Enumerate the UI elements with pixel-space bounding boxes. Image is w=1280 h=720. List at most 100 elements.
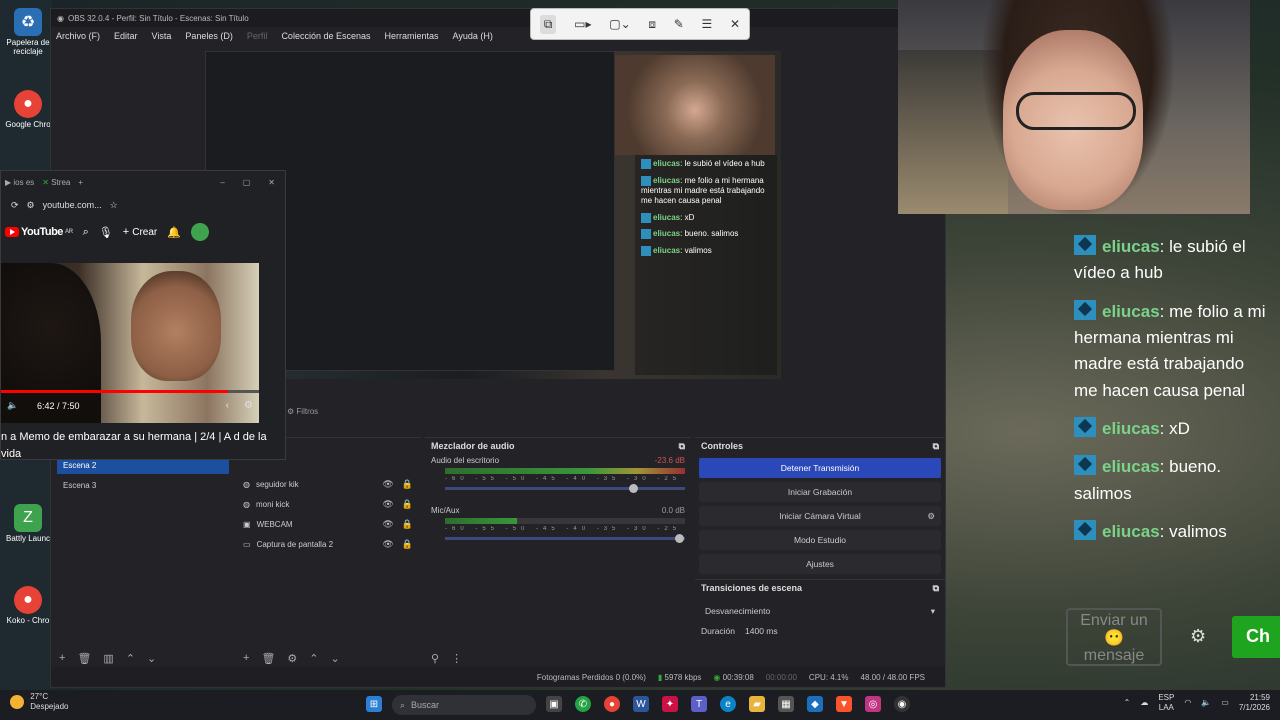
chevron-up-icon[interactable]: ⌃ (1124, 698, 1131, 707)
volume-slider-knob[interactable] (675, 534, 685, 543)
wifi-icon[interactable]: ◠ (1184, 698, 1191, 707)
cloud-icon[interactable]: ☁ (1140, 698, 1148, 707)
desktop-icon-recycle-bin[interactable]: ♻ Papelera de reciclaje (4, 8, 52, 56)
teams-icon[interactable]: T (691, 696, 707, 712)
video-player[interactable]: 🔈 6:42 / 7:50 ‹ ⚙ (1, 263, 259, 423)
menu-editar[interactable]: Editar (114, 31, 138, 41)
speaker-icon[interactable]: 🔈 (1201, 698, 1211, 707)
stop-stream-button[interactable]: Detener Transmisión (699, 458, 941, 478)
menu-coleccion-escenas[interactable]: Colección de Escenas (281, 31, 370, 41)
volume-slider[interactable] (445, 484, 685, 493)
clock[interactable]: 21:59 7/1/2026 (1239, 693, 1270, 712)
undock-icon[interactable]: ⧉ (933, 583, 939, 594)
lock-icon[interactable]: 🔒 (402, 479, 413, 490)
volume-icon[interactable]: 🔈 (7, 400, 18, 411)
url-text[interactable]: youtube.com... (43, 200, 102, 210)
create-button[interactable]: + Crear (123, 226, 158, 238)
address-bar[interactable]: ⟳ ⚙ youtube.com... ☆ (1, 193, 285, 217)
brave-icon[interactable]: ▼ (836, 696, 852, 712)
desktop-icon-chrome[interactable]: ● Google Chro (4, 90, 52, 129)
obs-titlebar[interactable]: ◉ OBS 32.0.4 - Perfil: Sin Título - Esce… (51, 9, 945, 27)
minimize-icon[interactable]: – (220, 178, 224, 187)
menu-archivo[interactable]: Archivo (F) (56, 31, 100, 41)
pen-icon[interactable]: ✎ (674, 17, 684, 31)
weather-widget[interactable]: 27°C Despejado (10, 692, 68, 711)
youtube-logo[interactable]: YouTube AR (5, 226, 73, 238)
whatsapp-icon[interactable]: ✆ (575, 696, 591, 712)
bookmark-star-icon[interactable]: ☆ (110, 200, 118, 211)
undock-icon[interactable]: ⧉ (933, 441, 939, 452)
edge-icon[interactable]: e (720, 696, 736, 712)
filters-button[interactable]: ⚙ Filtros (287, 407, 318, 416)
source-item[interactable]: ◍ seguidor kik 👁 🔒 (237, 474, 421, 494)
video-mode-icon[interactable]: ▭▸ (574, 17, 591, 31)
visibility-eye-icon[interactable]: 👁 (382, 479, 393, 490)
link-icon[interactable]: ⚲ (431, 652, 439, 665)
video-progress-bar[interactable] (1, 390, 259, 393)
menu-vista[interactable]: Vista (152, 31, 172, 41)
move-up-icon[interactable]: ⌃ (126, 652, 135, 665)
scene-filters-icon[interactable]: ▥ (103, 652, 113, 665)
search-icon[interactable]: ⌕ (83, 226, 89, 239)
transition-select[interactable]: Desvanecimiento ▾ (699, 602, 941, 620)
text-extract-icon[interactable]: ☰ (702, 17, 713, 31)
remove-source-icon[interactable]: 🗑 (261, 652, 275, 665)
instagram-icon[interactable]: ◎ (865, 696, 881, 712)
screenshot-mode-icon[interactable]: ⧉ (539, 14, 557, 34)
reload-icon[interactable]: ⟳ (11, 200, 19, 211)
chrome-icon[interactable]: ● (604, 696, 620, 712)
language-indicator[interactable]: ESP LAA (1158, 693, 1174, 712)
close-icon[interactable]: ✕ (268, 178, 275, 187)
lock-icon[interactable]: 🔒 (402, 519, 413, 530)
windows-start-icon[interactable]: ⊞ (366, 696, 382, 712)
menu-herramientas[interactable]: Herramientas (385, 31, 439, 41)
store-icon[interactable]: ◆ (807, 696, 823, 712)
task-view-icon[interactable]: ▣ (546, 696, 562, 712)
avatar[interactable] (190, 223, 209, 241)
menu-paneles[interactable]: Paneles (D) (185, 31, 233, 41)
source-item[interactable]: ▭ Captura de pantalla 2 👁 🔒 (237, 534, 421, 554)
desktop-icon-battly[interactable]: Z Battly Launc (4, 504, 52, 543)
file-explorer-icon[interactable]: ▰ (749, 696, 765, 712)
menu-ayuda[interactable]: Ayuda (H) (453, 31, 493, 41)
settings-button[interactable]: Ajustes (699, 554, 941, 574)
video-title[interactable]: n a Memo de embarazar a su hermana | 2/4… (1, 429, 287, 462)
add-source-icon[interactable]: + (243, 652, 249, 664)
more-options-icon[interactable]: ⋮ (451, 652, 462, 665)
start-virtual-camera-button[interactable]: Iniciar Cámara Virtual ⚙ (699, 506, 941, 526)
source-item[interactable]: ▣ WEBCAM 👁 🔒 (237, 514, 421, 534)
gear-icon[interactable]: ⚙ (927, 511, 935, 522)
rectangle-mode-icon[interactable]: ▢⌄ (609, 17, 630, 31)
undock-icon[interactable]: ⧉ (679, 441, 685, 452)
visibility-eye-icon[interactable]: 👁 (382, 519, 393, 530)
scene-item[interactable]: Escena 3 (57, 476, 229, 494)
tab-youtube[interactable]: ▶ ios es (5, 178, 34, 187)
desktop-icon-koko-chrome[interactable]: ● Koko - Chro (4, 586, 52, 625)
move-up-icon[interactable]: ⌃ (309, 652, 318, 665)
move-down-icon[interactable]: ⌄ (331, 652, 340, 665)
start-recording-button[interactable]: Iniciar Grabación (699, 482, 941, 502)
volume-slider-knob[interactable] (629, 484, 639, 493)
remove-scene-icon[interactable]: 🗑 (77, 652, 91, 665)
close-icon[interactable]: ✕ (730, 17, 740, 31)
duration-spinbox[interactable]: 1400 ms (745, 626, 778, 636)
tab-stream[interactable]: ✕ Strea (42, 178, 70, 187)
gear-icon[interactable]: ⚙ (1190, 626, 1206, 647)
add-scene-icon[interactable]: + (59, 652, 65, 664)
notifications-bell-icon[interactable]: 🔔 (167, 226, 181, 239)
visibility-eye-icon[interactable]: 👁 (382, 539, 393, 550)
menu-perfil[interactable]: Perfil (247, 31, 268, 41)
move-down-icon[interactable]: ⌄ (147, 652, 156, 665)
battery-icon[interactable]: ▭ (1221, 698, 1229, 707)
source-item[interactable]: ◍ moni kick 👁 🔒 (237, 494, 421, 514)
calculator-icon[interactable]: ▦ (778, 696, 794, 712)
word-icon[interactable]: W (633, 696, 649, 712)
new-tab-icon[interactable]: + (78, 178, 83, 187)
lock-icon[interactable]: 🔒 (402, 499, 413, 510)
lock-icon[interactable]: 🔒 (402, 539, 413, 550)
obs-preview-canvas[interactable]: eliucas: le subió el vídeo a hub eliucas… (205, 51, 781, 379)
site-info-icon[interactable]: ⚙ (27, 200, 35, 211)
maximize-icon[interactable]: ▢ (243, 178, 251, 187)
volume-slider[interactable] (445, 534, 685, 543)
chevron-left-icon[interactable]: ‹ (226, 400, 229, 411)
